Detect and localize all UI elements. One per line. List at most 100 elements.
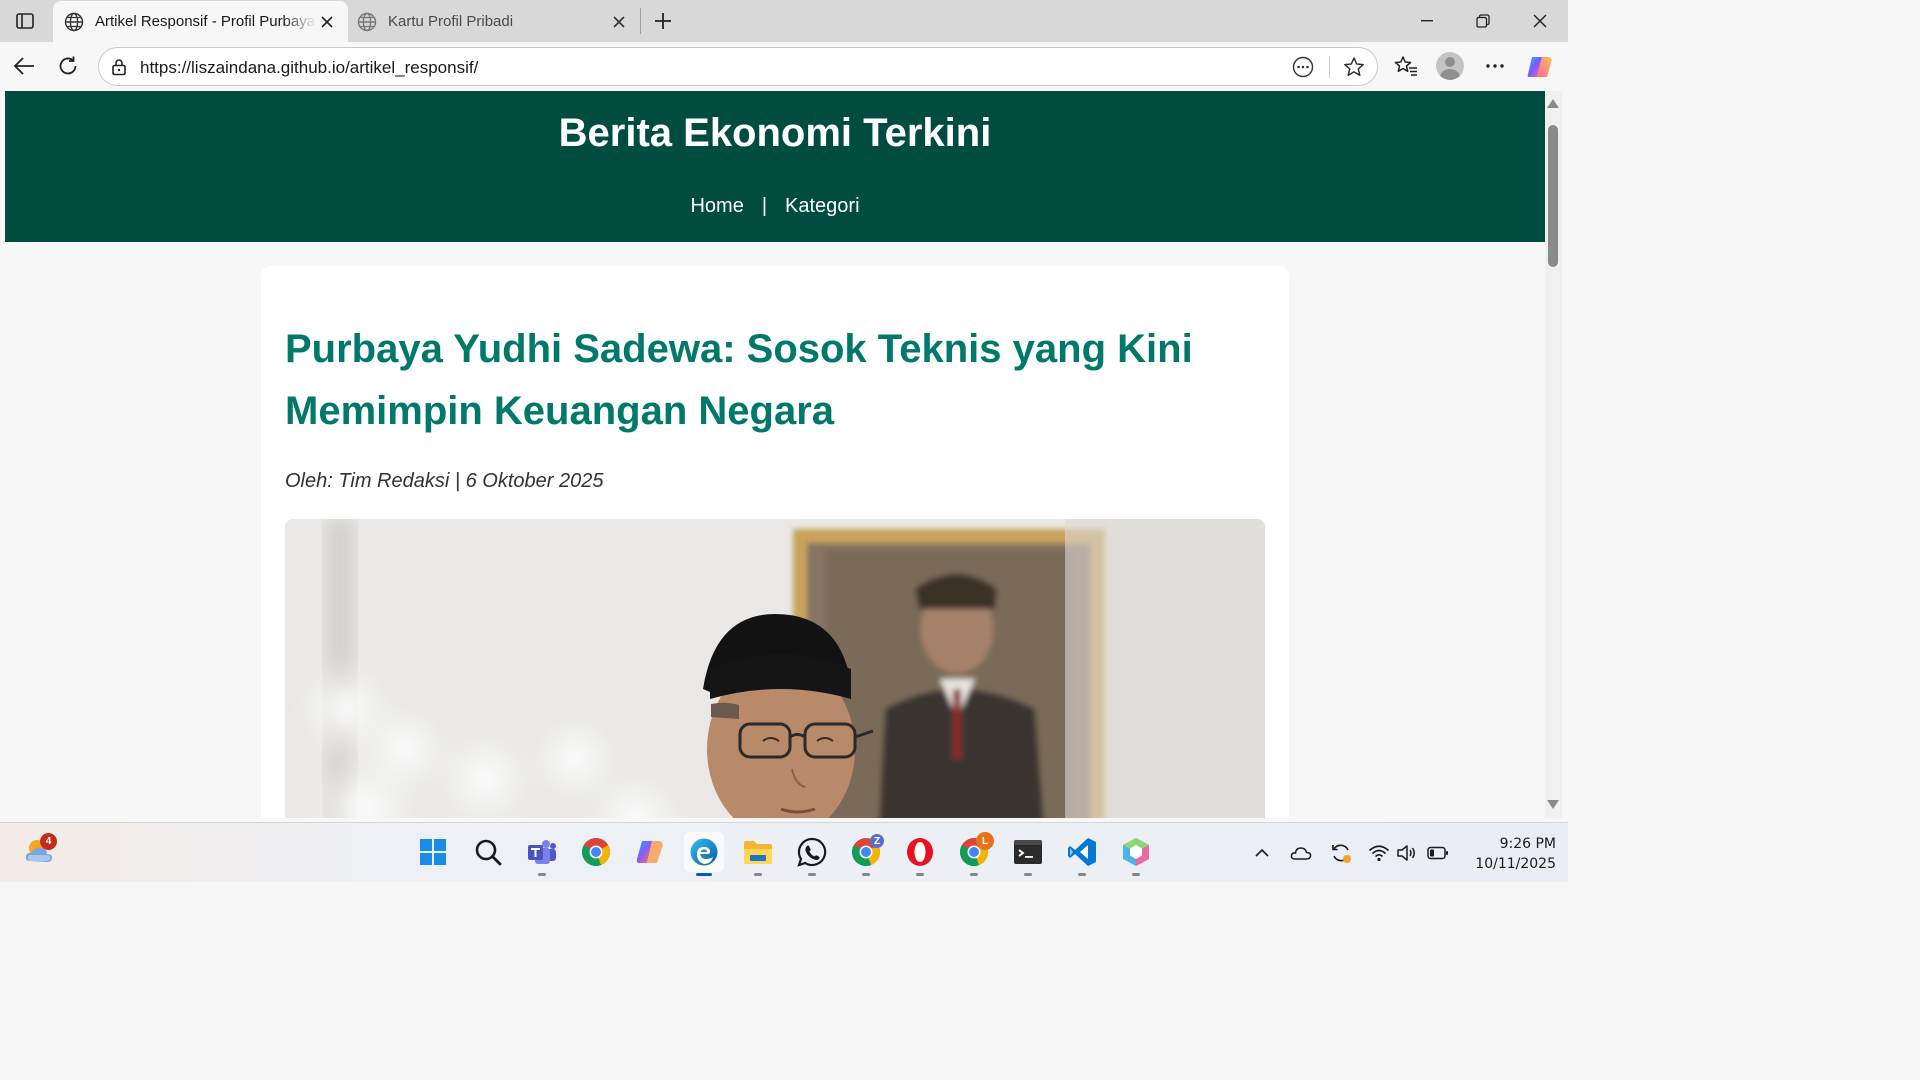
hex-app[interactable] xyxy=(1116,832,1156,876)
settings-menu-button[interactable] xyxy=(1479,50,1511,82)
refresh-button[interactable] xyxy=(52,50,84,82)
star-icon xyxy=(1344,57,1364,77)
globe-icon xyxy=(356,11,378,33)
clock-time: 9:26 PM xyxy=(1499,836,1556,852)
more-info-button[interactable] xyxy=(1288,52,1318,82)
new-tab-button[interactable] xyxy=(648,6,678,36)
weather-badge: 4 xyxy=(40,833,57,850)
chrome-profile-z-app[interactable]: Z xyxy=(846,832,886,876)
file-explorer-app[interactable] xyxy=(738,832,778,876)
search-icon xyxy=(475,839,502,866)
running-indicator xyxy=(916,873,924,876)
vscode-app[interactable] xyxy=(1062,832,1102,876)
windows-logo-icon xyxy=(420,839,446,865)
copilot-app[interactable] xyxy=(630,832,670,872)
scroll-down-arrow-icon[interactable] xyxy=(1547,800,1559,809)
windows-taskbar: 4 Z L 9:26 PM 10/11/2025 xyxy=(0,822,1568,882)
hexagon-app-icon xyxy=(1123,838,1149,866)
clock-date: 10/11/2025 xyxy=(1475,856,1556,872)
article-card: Purbaya Yudhi Sadewa: Sosok Teknis yang … xyxy=(261,266,1289,818)
wifi-icon xyxy=(1368,845,1390,862)
start-button[interactable] xyxy=(413,832,453,872)
teams-icon xyxy=(528,840,556,864)
plus-icon xyxy=(655,13,671,29)
chrome-app[interactable] xyxy=(576,832,616,872)
teams-app[interactable] xyxy=(522,832,562,876)
add-favorite-button[interactable] xyxy=(1339,52,1369,82)
vscode-icon xyxy=(1068,838,1096,866)
whatsapp-icon xyxy=(797,837,827,867)
cloud-icon xyxy=(1290,847,1312,860)
address-bar[interactable]: https://liszaindana.github.io/artikel_re… xyxy=(98,47,1378,86)
back-button[interactable] xyxy=(8,50,40,82)
restore-icon xyxy=(1476,14,1490,28)
battery-tray[interactable] xyxy=(1426,842,1450,864)
arrow-left-icon xyxy=(13,57,34,75)
running-indicator xyxy=(1024,873,1032,876)
scroll-up-arrow-icon[interactable] xyxy=(1547,99,1559,108)
close-tab-icon[interactable] xyxy=(316,11,338,33)
article-title: Purbaya Yudhi Sadewa: Sosok Teknis yang … xyxy=(285,327,1193,433)
battery-icon xyxy=(1427,846,1448,860)
favorites-icon xyxy=(1394,56,1417,76)
nav-separator: | xyxy=(761,195,768,217)
ellipsis-icon xyxy=(1486,64,1504,68)
profile-badge: Z xyxy=(870,834,884,848)
restore-button[interactable] xyxy=(1455,0,1511,42)
sync-tray[interactable] xyxy=(1329,842,1353,864)
terminal-app[interactable] xyxy=(1008,832,1048,876)
address-bar-divider xyxy=(1329,56,1330,78)
tab-artikel-responsif[interactable]: Artikel Responsif - Profil Purbaya xyxy=(53,1,348,42)
lock-icon[interactable] xyxy=(109,57,129,77)
chrome-profile-l-app[interactable]: L xyxy=(954,832,994,876)
favorites-button[interactable] xyxy=(1390,50,1422,82)
site-title: Berita Ekonomi Terkini xyxy=(558,111,992,155)
sync-icon xyxy=(1332,844,1351,863)
running-indicator xyxy=(808,873,816,876)
chrome-icon xyxy=(582,838,610,867)
copilot-icon[interactable] xyxy=(1526,53,1554,81)
opera-icon xyxy=(907,838,933,866)
running-indicator xyxy=(862,873,870,876)
running-indicator xyxy=(754,873,762,876)
tab-title: Artikel Responsif - Profil Purbaya xyxy=(95,13,316,30)
running-indicator xyxy=(970,873,978,876)
close-icon xyxy=(1533,14,1547,28)
taskbar-clock[interactable]: 9:26 PM 10/11/2025 xyxy=(1456,834,1556,874)
wifi-tray[interactable] xyxy=(1367,842,1391,864)
edge-app[interactable] xyxy=(684,832,724,876)
globe-icon xyxy=(63,11,85,33)
minimize-button[interactable] xyxy=(1399,0,1455,42)
profile-badge: L xyxy=(976,832,994,850)
minimize-icon xyxy=(1421,20,1433,22)
nav-link-home[interactable]: Home xyxy=(690,195,743,218)
close-window-button[interactable] xyxy=(1512,0,1568,42)
copilot-app-icon xyxy=(636,841,663,863)
terminal-icon xyxy=(1014,840,1042,864)
opera-app[interactable] xyxy=(900,832,940,876)
whatsapp-app[interactable] xyxy=(792,832,832,876)
running-indicator xyxy=(538,873,546,876)
close-tab-icon[interactable] xyxy=(608,11,630,33)
tab-actions-button[interactable] xyxy=(10,6,40,36)
speaker-icon xyxy=(1397,845,1415,861)
url-text[interactable]: https://liszaindana.github.io/artikel_re… xyxy=(140,58,478,78)
weather-widget[interactable]: 4 xyxy=(20,831,60,871)
browser-toolbar: https://liszaindana.github.io/artikel_re… xyxy=(0,42,1568,91)
volume-tray[interactable] xyxy=(1395,842,1419,864)
nav-link-kategori[interactable]: Kategori xyxy=(785,195,860,218)
profile-avatar[interactable] xyxy=(1436,52,1464,80)
site-header: Berita Ekonomi Terkini Home | Kategori xyxy=(5,91,1545,242)
sidebar-toggle-icon xyxy=(16,13,34,29)
onedrive-tray[interactable] xyxy=(1289,842,1313,864)
page-scrollbar[interactable] xyxy=(1545,91,1562,818)
scrollbar-thumb[interactable] xyxy=(1548,125,1558,267)
active-indicator xyxy=(696,873,712,876)
tab-kartu-profil[interactable]: Kartu Profil Pribadi xyxy=(348,1,638,42)
web-page: Berita Ekonomi Terkini Home | Kategori P… xyxy=(5,91,1545,818)
chevron-up-icon xyxy=(1255,848,1269,857)
site-nav: Home | Kategori xyxy=(5,195,1545,218)
show-hidden-icons-button[interactable] xyxy=(1250,842,1274,864)
refresh-icon xyxy=(59,56,77,75)
search-button[interactable] xyxy=(468,832,508,872)
